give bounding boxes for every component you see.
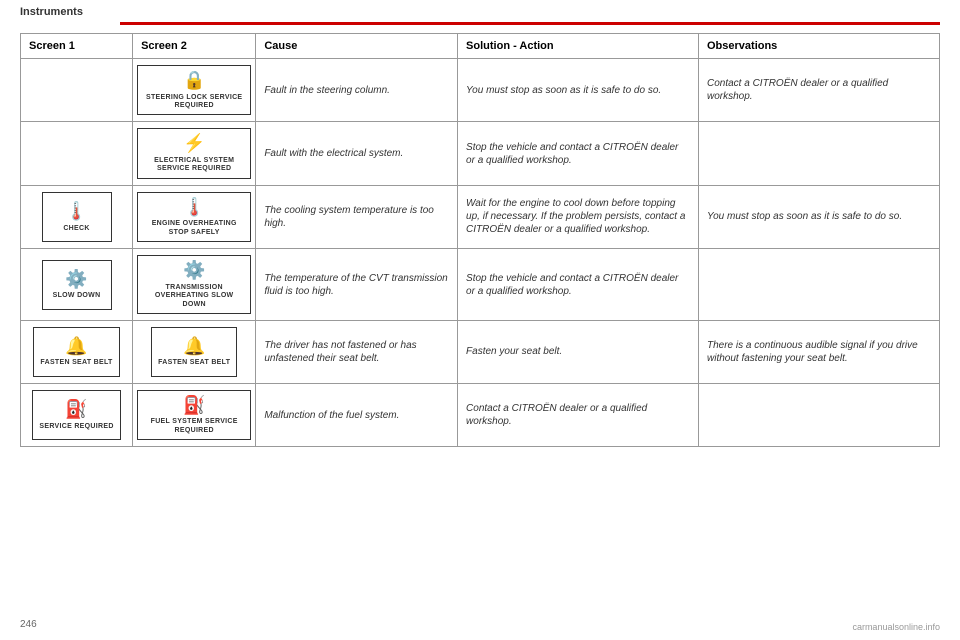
table-row: ⚙️ SLOW DOWN ⚙️ TRANSMISSION OVERHEATING… bbox=[21, 249, 940, 321]
col-header-screen2: Screen 2 bbox=[133, 34, 256, 59]
screen1-cell bbox=[21, 59, 133, 122]
cause-cell: The cooling system temperature is too hi… bbox=[256, 185, 458, 248]
screen2-cell: ⛽ FUEL SYSTEM SERVICE REQUIRED bbox=[133, 383, 256, 446]
watermark: carmanualsonline.info bbox=[852, 622, 940, 632]
observations-cell bbox=[699, 383, 940, 446]
screen1-cell: ⚙️ SLOW DOWN bbox=[21, 249, 133, 321]
screen2-cell: ⚡ ELECTRICAL SYSTEM SERVICE REQUIRED bbox=[133, 122, 256, 185]
observations-cell bbox=[699, 122, 940, 185]
solution-cell: Fasten your seat belt. bbox=[458, 320, 699, 383]
col-header-screen1: Screen 1 bbox=[21, 34, 133, 59]
page-number: 246 bbox=[20, 619, 37, 630]
header-title: Instruments bbox=[20, 6, 83, 18]
cause-cell: Fault in the steering column. bbox=[256, 59, 458, 122]
table-row: ⛽ SERVICE REQUIRED ⛽ FUEL SYSTEM SERVICE… bbox=[21, 383, 940, 446]
observations-cell bbox=[699, 249, 940, 321]
solution-cell: Stop the vehicle and contact a CITROËN d… bbox=[458, 122, 699, 185]
check-icon: 🌡️ CHECK bbox=[42, 192, 112, 242]
table-row: 🔔 FASTEN SEAT BELT 🔔 FASTEN SEAT BELT Th… bbox=[21, 320, 940, 383]
table-row: 🔒 STEERING LOCK SERVICE REQUIRED Fault i… bbox=[21, 59, 940, 122]
solution-cell: Contact a CITROËN dealer or a qualified … bbox=[458, 383, 699, 446]
cause-cell: The temperature of the CVT transmission … bbox=[256, 249, 458, 321]
page-content: Screen 1 Screen 2 Cause Solution - Actio… bbox=[0, 33, 960, 447]
screen2-cell: 🌡️ ENGINE OVERHEATING STOP SAFELY bbox=[133, 185, 256, 248]
cause-cell: Malfunction of the fuel system. bbox=[256, 383, 458, 446]
screen1-cell: 🌡️ CHECK bbox=[21, 185, 133, 248]
solution-cell: Wait for the engine to cool down before … bbox=[458, 185, 699, 248]
instruments-table: Screen 1 Screen 2 Cause Solution - Actio… bbox=[20, 33, 940, 447]
cause-cell: The driver has not fastened or has unfas… bbox=[256, 320, 458, 383]
seatbelt-icon: 🔔 FASTEN SEAT BELT bbox=[33, 327, 119, 377]
steering-lock-icon: 🔒 STEERING LOCK SERVICE REQUIRED bbox=[137, 65, 251, 115]
electrical-icon: ⚡ ELECTRICAL SYSTEM SERVICE REQUIRED bbox=[137, 128, 251, 178]
col-header-observations: Observations bbox=[699, 34, 940, 59]
col-header-solution: Solution - Action bbox=[458, 34, 699, 59]
seatbelt2-icon: 🔔 FASTEN SEAT BELT bbox=[151, 327, 237, 377]
table-row: 🌡️ CHECK 🌡️ ENGINE OVERHEATING STOP SAFE… bbox=[21, 185, 940, 248]
screen2-cell: 🔒 STEERING LOCK SERVICE REQUIRED bbox=[133, 59, 256, 122]
cause-cell: Fault with the electrical system. bbox=[256, 122, 458, 185]
screen2-cell: 🔔 FASTEN SEAT BELT bbox=[133, 320, 256, 383]
observations-cell: You must stop as soon as it is safe to d… bbox=[699, 185, 940, 248]
screen1-cell: ⛽ SERVICE REQUIRED bbox=[21, 383, 133, 446]
screen1-cell bbox=[21, 122, 133, 185]
observations-cell: There is a continuous audible signal if … bbox=[699, 320, 940, 383]
table-row: ⚡ ELECTRICAL SYSTEM SERVICE REQUIRED Fau… bbox=[21, 122, 940, 185]
col-header-cause: Cause bbox=[256, 34, 458, 59]
engine-overheat-icon: 🌡️ ENGINE OVERHEATING STOP SAFELY bbox=[137, 192, 251, 242]
fuel-system-icon: ⛽ FUEL SYSTEM SERVICE REQUIRED bbox=[137, 390, 251, 440]
solution-cell: You must stop as soon as it is safe to d… bbox=[458, 59, 699, 122]
screen1-cell: 🔔 FASTEN SEAT BELT bbox=[21, 320, 133, 383]
transmission-icon: ⚙️ TRANSMISSION OVERHEATING SLOW DOWN bbox=[137, 255, 251, 314]
solution-cell: Stop the vehicle and contact a CITROËN d… bbox=[458, 249, 699, 321]
slowdown-icon: ⚙️ SLOW DOWN bbox=[42, 260, 112, 310]
page-header: Instruments bbox=[0, 0, 960, 22]
service-icon: ⛽ SERVICE REQUIRED bbox=[32, 390, 120, 440]
observations-cell: Contact a CITROËN dealer or a qualified … bbox=[699, 59, 940, 122]
screen2-cell: ⚙️ TRANSMISSION OVERHEATING SLOW DOWN bbox=[133, 249, 256, 321]
header-line bbox=[120, 22, 940, 25]
